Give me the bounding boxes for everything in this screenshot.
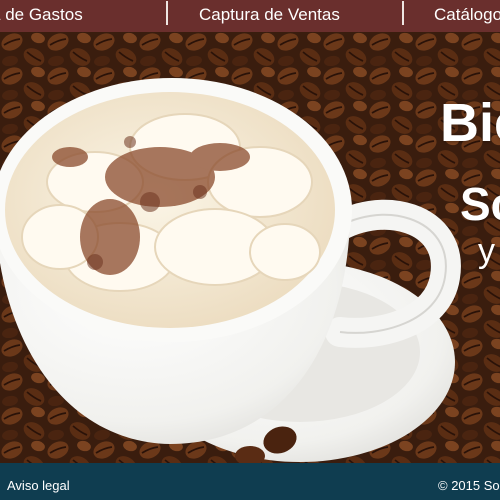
hero-banner: Bie Sc y: [0, 32, 500, 463]
legal-notice-link[interactable]: Aviso legal: [7, 478, 70, 493]
nav-item-gastos[interactable]: Captura de Gastos: [0, 0, 83, 30]
nav-item-catalogo[interactable]: Catálogo: [434, 0, 500, 30]
nav-separator: [402, 1, 404, 25]
coffee-cup-image: [0, 32, 500, 463]
nav-separator: [166, 1, 168, 25]
hero-subtitle: Sc: [460, 178, 500, 230]
hero-title: Bie: [440, 93, 500, 153]
copyright-text: © 2015 So: [438, 478, 500, 493]
hero-tagline: y: [478, 232, 495, 270]
top-navigation: Captura de Gastos Captura de Ventas Catá…: [0, 0, 500, 32]
nav-item-ventas[interactable]: Captura de Ventas: [199, 0, 340, 30]
footer: Aviso legal © 2015 So: [0, 463, 500, 500]
